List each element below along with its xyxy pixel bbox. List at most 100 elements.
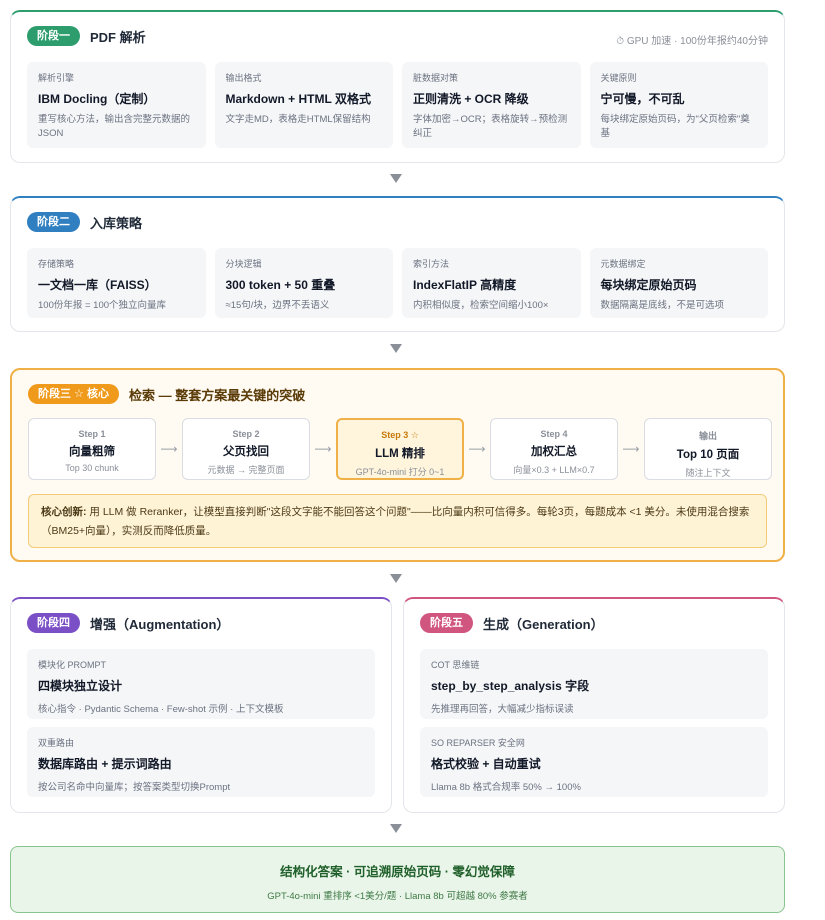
cell-desc: 重写核心方法，输出含完整元数据的JSON — [38, 114, 191, 139]
item-label: 模块化 PROMPT — [38, 660, 107, 670]
stage4-header: 阶段四 增强（Augmentation） — [27, 613, 229, 633]
stage1-cell: 输出格式 Markdown + HTML 双格式 文字走MD，表格走HTML保留… — [214, 62, 393, 148]
cell-label: 分块逻辑 — [225, 259, 262, 269]
final-title: 结构化答案 · 可追溯原始页码 · 零幻觉保障 — [280, 865, 515, 879]
step-value: Top 10 页面 — [676, 449, 740, 461]
cell-label: 索引方法 — [413, 259, 450, 269]
cell-value: IBM Docling（定制） — [38, 92, 156, 106]
cell-value: 宁可慢，不可乱 — [600, 92, 685, 106]
item-desc: 按公司名命中向量库；按答案类型切换Prompt — [38, 782, 231, 793]
stage5-card: 阶段五 生成（Generation） COT 思维链 step_by_step_… — [403, 597, 785, 813]
right-arrow-icon: ⟶ — [160, 442, 178, 456]
cell-label: 脏数据对策 — [413, 73, 459, 83]
step-desc: GPT-4o-mini 打分 0~1 — [355, 467, 445, 477]
step-desc: 随注上下文 — [685, 468, 731, 478]
cell-value: 一文档一库（FAISS） — [38, 278, 157, 292]
right-arrow-icon: ⟶ — [314, 442, 332, 456]
stage5-item: SO REPARSER 安全网 格式校验 + 自动重试 Llama 8b 格式合… — [420, 727, 768, 797]
down-arrow-icon — [390, 174, 402, 183]
stage1-cell: 关键原则 宁可慢，不可乱 每块绑定原始页码，为"父页检索"奠基 — [589, 62, 768, 148]
item-desc: Llama 8b 格式合规率 50% → 100% — [431, 782, 581, 793]
cell-desc: 字体加密→OCR；表格旋转→预检测纠正 — [413, 114, 568, 139]
stage4-card: 阶段四 增强（Augmentation） 模块化 PROMPT 四模块独立设计 … — [10, 597, 392, 813]
stage2-cell: 分块逻辑 300 token + 50 重叠 ≈15句/块，边界不丢语义 — [214, 248, 393, 318]
stage4-badge: 阶段四 — [27, 613, 80, 633]
stage1-cell: 脏数据对策 正则清洗 + OCR 降级 字体加密→OCR；表格旋转→预检测纠正 — [402, 62, 581, 148]
innovation-note: 核心创新: 用 LLM 做 Reranker，让模型直接判断"这段文字能不能回答… — [28, 494, 767, 548]
stage4-title: 增强（Augmentation） — [90, 616, 230, 632]
stage1-note: ⏱ GPU 加速 · 100份年报约40分钟 — [616, 36, 768, 47]
step-label: Step 3 ☆ — [381, 430, 419, 440]
stage4-item: 双重路由 数据库路由 + 提示词路由 按公司名命中向量库；按答案类型切换Prom… — [27, 727, 375, 797]
cell-label: 输出格式 — [225, 73, 262, 83]
step-label: 输出 — [698, 431, 717, 441]
stage3-card: 阶段三 ☆ 核心 检索 — 整套方案最关键的突破 Step 1 向量粗筛 Top… — [10, 368, 785, 562]
retrieval-steps: Step 1 向量粗筛 Top 30 chunk ⟶ Step 2 父页找回 元… — [28, 418, 772, 480]
stage2-cell: 存储策略 一文档一库（FAISS） 100份年报 = 100个独立向量库 — [27, 248, 206, 318]
step-box: Step 4 加权汇总 向量×0.3 + LLM×0.7 — [490, 418, 618, 480]
cell-desc: ≈15句/块，边界不丢语义 — [225, 300, 330, 311]
innovation-key: 核心创新: — [41, 506, 87, 518]
final-subtitle: GPT-4o-mini 重排序 <1美分/题 · Llama 8b 可超越 80… — [267, 891, 528, 902]
cell-value: IndexFlatIP 高精度 — [413, 278, 517, 292]
step-value: 父页找回 — [223, 446, 269, 458]
right-arrow-icon: ⟶ — [468, 442, 486, 456]
stage2-card: 阶段二 入库策略 存储策略 一文档一库（FAISS） 100份年报 = 100个… — [10, 196, 785, 332]
stage5-badge: 阶段五 — [420, 613, 473, 633]
stage1-cell: 解析引擎 IBM Docling（定制） 重写核心方法，输出含完整元数据的JSO… — [27, 62, 206, 148]
step-value: LLM 精排 — [375, 448, 425, 460]
cell-value: 正则清洗 + OCR 降级 — [413, 92, 529, 106]
stage2-cell: 元数据绑定 每块绑定原始页码 数据隔离是底线，不是可选项 — [589, 248, 768, 318]
stage1-card: 阶段一 PDF 解析 ⏱ GPU 加速 · 100份年报约40分钟 解析引擎 I… — [10, 10, 785, 163]
step-box: Step 1 向量粗筛 Top 30 chunk — [28, 418, 156, 480]
cell-value: 每块绑定原始页码 — [600, 278, 697, 292]
step-label: Step 4 — [540, 429, 568, 439]
stage1-title: PDF 解析 — [90, 29, 146, 45]
step-box: Step 2 父页找回 元数据 → 完整页面 — [182, 418, 310, 480]
down-arrow-icon — [390, 344, 402, 353]
item-value: step_by_step_analysis 字段 — [431, 679, 590, 693]
stage5-item: COT 思维链 step_by_step_analysis 字段 先推理再回答，… — [420, 649, 768, 719]
stage2-header: 阶段二 入库策略 — [27, 212, 142, 232]
item-desc: 先推理再回答，大幅减少指标误读 — [431, 704, 574, 715]
step-label: Step 1 — [78, 429, 106, 439]
item-value: 四模块独立设计 — [38, 679, 123, 693]
item-label: 双重路由 — [38, 738, 75, 748]
stage5-title: 生成（Generation） — [483, 616, 604, 632]
item-value: 格式校验 + 自动重试 — [431, 757, 541, 771]
item-value: 数据库路由 + 提示词路由 — [38, 757, 172, 771]
final-output-box: 结构化答案 · 可追溯原始页码 · 零幻觉保障 GPT-4o-mini 重排序 … — [10, 846, 785, 913]
stage3-badge: 阶段三 ☆ 核心 — [28, 384, 119, 404]
step-desc: 向量×0.3 + LLM×0.7 — [513, 465, 595, 475]
cell-desc: 100份年报 = 100个独立向量库 — [38, 300, 167, 311]
step-desc: Top 30 chunk — [65, 463, 119, 473]
step-box: 输出 Top 10 页面 随注上下文 — [644, 418, 772, 480]
down-arrow-icon — [390, 574, 402, 583]
innovation-text: 用 LLM 做 Reranker，让模型直接判断"这段文字能不能回答这个问题"—… — [41, 506, 750, 537]
step-value: 向量粗筛 — [69, 446, 115, 458]
cell-value: Markdown + HTML 双格式 — [225, 92, 371, 106]
item-desc: 核心指令 · Pydantic Schema · Few-shot 示例 · 上… — [38, 704, 284, 715]
stage2-cell: 索引方法 IndexFlatIP 高精度 内积相似度，检索空间缩小100× — [402, 248, 581, 318]
stage3-title: 检索 — 整套方案最关键的突破 — [128, 387, 306, 403]
cell-desc: 数据隔离是底线，不是可选项 — [600, 300, 725, 311]
cell-desc: 每块绑定原始页码，为"父页检索"奠基 — [600, 114, 750, 139]
cell-desc: 文字走MD，表格走HTML保留结构 — [225, 114, 371, 125]
cell-label: 关键原则 — [600, 73, 637, 83]
cell-desc: 内积相似度，检索空间缩小100× — [413, 300, 549, 311]
cell-label: 解析引擎 — [38, 73, 75, 83]
step-box-highlight: Step 3 ☆ LLM 精排 GPT-4o-mini 打分 0~1 — [336, 418, 464, 480]
down-arrow-icon — [390, 824, 402, 833]
cell-value: 300 token + 50 重叠 — [225, 278, 336, 292]
stage2-title: 入库策略 — [90, 215, 143, 231]
cell-label: 元数据绑定 — [600, 259, 646, 269]
right-arrow-icon: ⟶ — [622, 442, 640, 456]
stage2-badge: 阶段二 — [27, 212, 80, 232]
item-label: SO REPARSER 安全网 — [431, 738, 525, 748]
stage1-badge: 阶段一 — [27, 26, 80, 46]
stage5-header: 阶段五 生成（Generation） — [420, 613, 604, 633]
stage1-header: 阶段一 PDF 解析 — [27, 26, 146, 46]
cell-label: 存储策略 — [38, 259, 75, 269]
step-desc: 元数据 → 完整页面 — [207, 465, 285, 475]
stage4-item: 模块化 PROMPT 四模块独立设计 核心指令 · Pydantic Schem… — [27, 649, 375, 719]
